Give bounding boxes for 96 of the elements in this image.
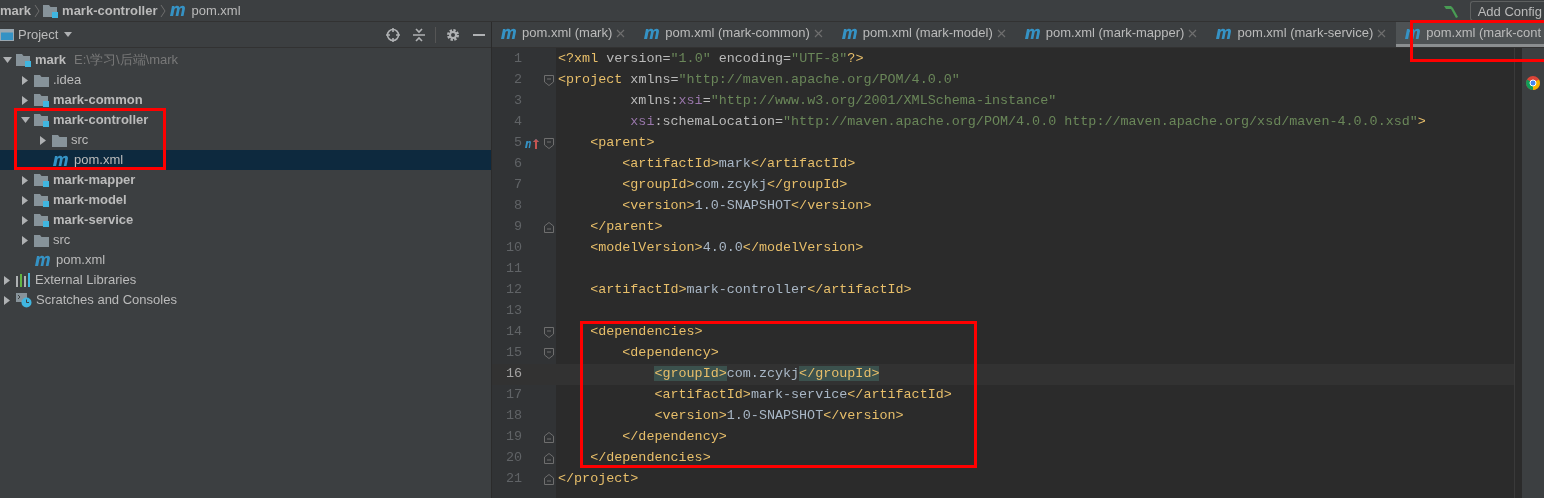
code-line: </dependency> — [621, 428, 727, 447]
module-folder-icon — [16, 53, 31, 67]
maven-icon — [1215, 26, 1234, 40]
tree-label: External Libraries — [35, 271, 137, 290]
code-line: </project> — [558, 470, 639, 489]
folder-icon — [34, 233, 49, 247]
module-folder-icon — [43, 3, 59, 18]
fold-icon[interactable] — [544, 138, 554, 149]
tree-item[interactable]: mark-mapper — [0, 170, 491, 190]
maven-parent-icon[interactable] — [525, 138, 539, 149]
dropdown-caret-icon — [64, 32, 73, 37]
tree-item[interactable]: mark-controller — [0, 110, 491, 130]
module-folder-icon — [34, 193, 49, 207]
maven-icon — [643, 26, 662, 40]
tree-item[interactable]: Scratches and Consoles — [0, 290, 491, 310]
folder-icon — [52, 133, 67, 147]
locate-icon[interactable] — [386, 27, 400, 42]
code-line: <?xml version="1.0" encoding="UTF-8"?> — [558, 50, 864, 69]
tree-label: Scratches and Consoles — [36, 291, 177, 310]
window-icon — [0, 28, 14, 41]
tree-item[interactable]: .idea — [0, 70, 491, 90]
tree-item[interactable]: mark-model — [0, 190, 491, 210]
tree-label: mark — [35, 51, 67, 70]
collapse-all-icon[interactable] — [413, 27, 425, 42]
unfold-icon[interactable] — [544, 453, 554, 464]
code-line: xsi:schemaLocation="http://maven.apache.org/POM/4.0.0 http://maven.apache.org/xsd/maven-4.0.0.xsd"> — [629, 113, 1426, 132]
code-line: </dependencies> — [589, 449, 711, 468]
library-icon — [16, 273, 31, 287]
settings-icon[interactable] — [446, 27, 460, 42]
tree-item[interactable]: External Libraries — [0, 270, 491, 290]
tree-label: mark-mapper — [53, 171, 136, 190]
maven-icon — [34, 253, 52, 267]
editor-tab[interactable]: pom.xml (mark) — [492, 22, 636, 47]
fold-icon[interactable] — [544, 327, 554, 338]
code-line: xmlns:xsi="http://www.w3.org/2001/XMLSchema-instance" — [629, 92, 1057, 111]
code-line: <groupId>com.zcykj</groupId> — [653, 365, 880, 384]
module-folder-icon — [34, 93, 49, 107]
tree-item[interactable]: src — [0, 230, 491, 250]
maven-icon — [840, 26, 859, 40]
line-number: 16 — [504, 365, 522, 384]
module-folder-icon — [34, 113, 49, 127]
add-configuration-button[interactable]: Add Config — [1469, 0, 1544, 21]
code-line: <parent> — [589, 134, 655, 153]
breadcrumb-item[interactable]: mark-controller — [43, 0, 158, 21]
tree-label: mark-service — [53, 211, 134, 230]
module-folder-icon — [34, 213, 49, 227]
project-view-selector[interactable]: Project — [18, 24, 73, 45]
unfold-icon[interactable] — [544, 474, 554, 485]
code-line: <dependency> — [621, 344, 719, 363]
code-line: <artifactId>mark-service</artifactId> — [653, 386, 952, 405]
maven-icon — [1023, 26, 1042, 40]
code-line: <modelVersion>4.0.0</modelVersion> — [589, 239, 864, 258]
tree-item[interactable]: mark-service — [0, 210, 491, 230]
code-line: <version>1.0-SNAPSHOT</version> — [653, 407, 904, 426]
maven-icon — [169, 4, 188, 17]
tree-label: src — [53, 231, 71, 250]
tree-item[interactable]: pom.xml — [0, 250, 491, 270]
breadcrumb-item[interactable]: mark — [0, 0, 32, 21]
code-line: <artifactId>mark-controller</artifactId> — [589, 281, 912, 300]
folder-icon — [34, 73, 49, 87]
collapsed-arrow-icon[interactable] — [40, 135, 46, 145]
fold-icon[interactable] — [544, 348, 554, 359]
tree-item[interactable]: src — [0, 130, 491, 150]
minimize-icon[interactable] — [473, 33, 485, 36]
code-line: <groupId>com.zcykj</groupId> — [621, 176, 848, 195]
browser-icon[interactable] — [1526, 76, 1540, 90]
maven-icon — [500, 26, 518, 40]
expanded-arrow-icon[interactable] — [2, 57, 12, 63]
maven-icon — [1404, 26, 1423, 40]
editor-tab[interactable]: pom.xml (mark-cont — [1396, 22, 1544, 47]
tree-item[interactable]: mark-common — [0, 90, 491, 110]
fold-icon[interactable] — [544, 75, 554, 86]
editor-tab[interactable]: pom.xml (mark-model) — [832, 22, 1016, 47]
module-folder-icon — [34, 173, 49, 187]
tree-label: pom.xml — [74, 151, 124, 170]
breadcrumb-item[interactable]: pom.xml — [169, 0, 241, 21]
tree-label: pom.xml — [56, 251, 106, 270]
tree-label: mark-model — [53, 191, 127, 210]
scratches-icon — [16, 292, 32, 308]
code-line: <project xmlns="http://maven.apache.org/POM/4.0.0" — [558, 71, 960, 90]
unfold-icon[interactable] — [544, 432, 554, 443]
code-line: <version>1.0-SNAPSHOT</version> — [621, 197, 872, 216]
tree-label: mark-common — [53, 91, 143, 110]
editor-tab[interactable]: pom.xml (mark-common) — [635, 22, 833, 47]
maven-icon — [52, 153, 70, 167]
tree-item[interactable]: pom.xml — [0, 150, 491, 170]
editor-tab[interactable]: pom.xml (mark-service) — [1207, 22, 1397, 47]
expanded-arrow-icon[interactable] — [20, 117, 30, 123]
tree-label: mark-controller — [53, 111, 149, 130]
tree-label: src — [71, 131, 89, 150]
editor-tab[interactable]: pom.xml (mark-mapper) — [1015, 22, 1208, 47]
tree-label: .idea — [53, 71, 82, 90]
code-line: <artifactId>mark</artifactId> — [621, 155, 856, 174]
code-line: <dependencies> — [589, 323, 703, 342]
code-line: </parent> — [589, 218, 663, 237]
unfold-icon[interactable] — [544, 222, 554, 233]
